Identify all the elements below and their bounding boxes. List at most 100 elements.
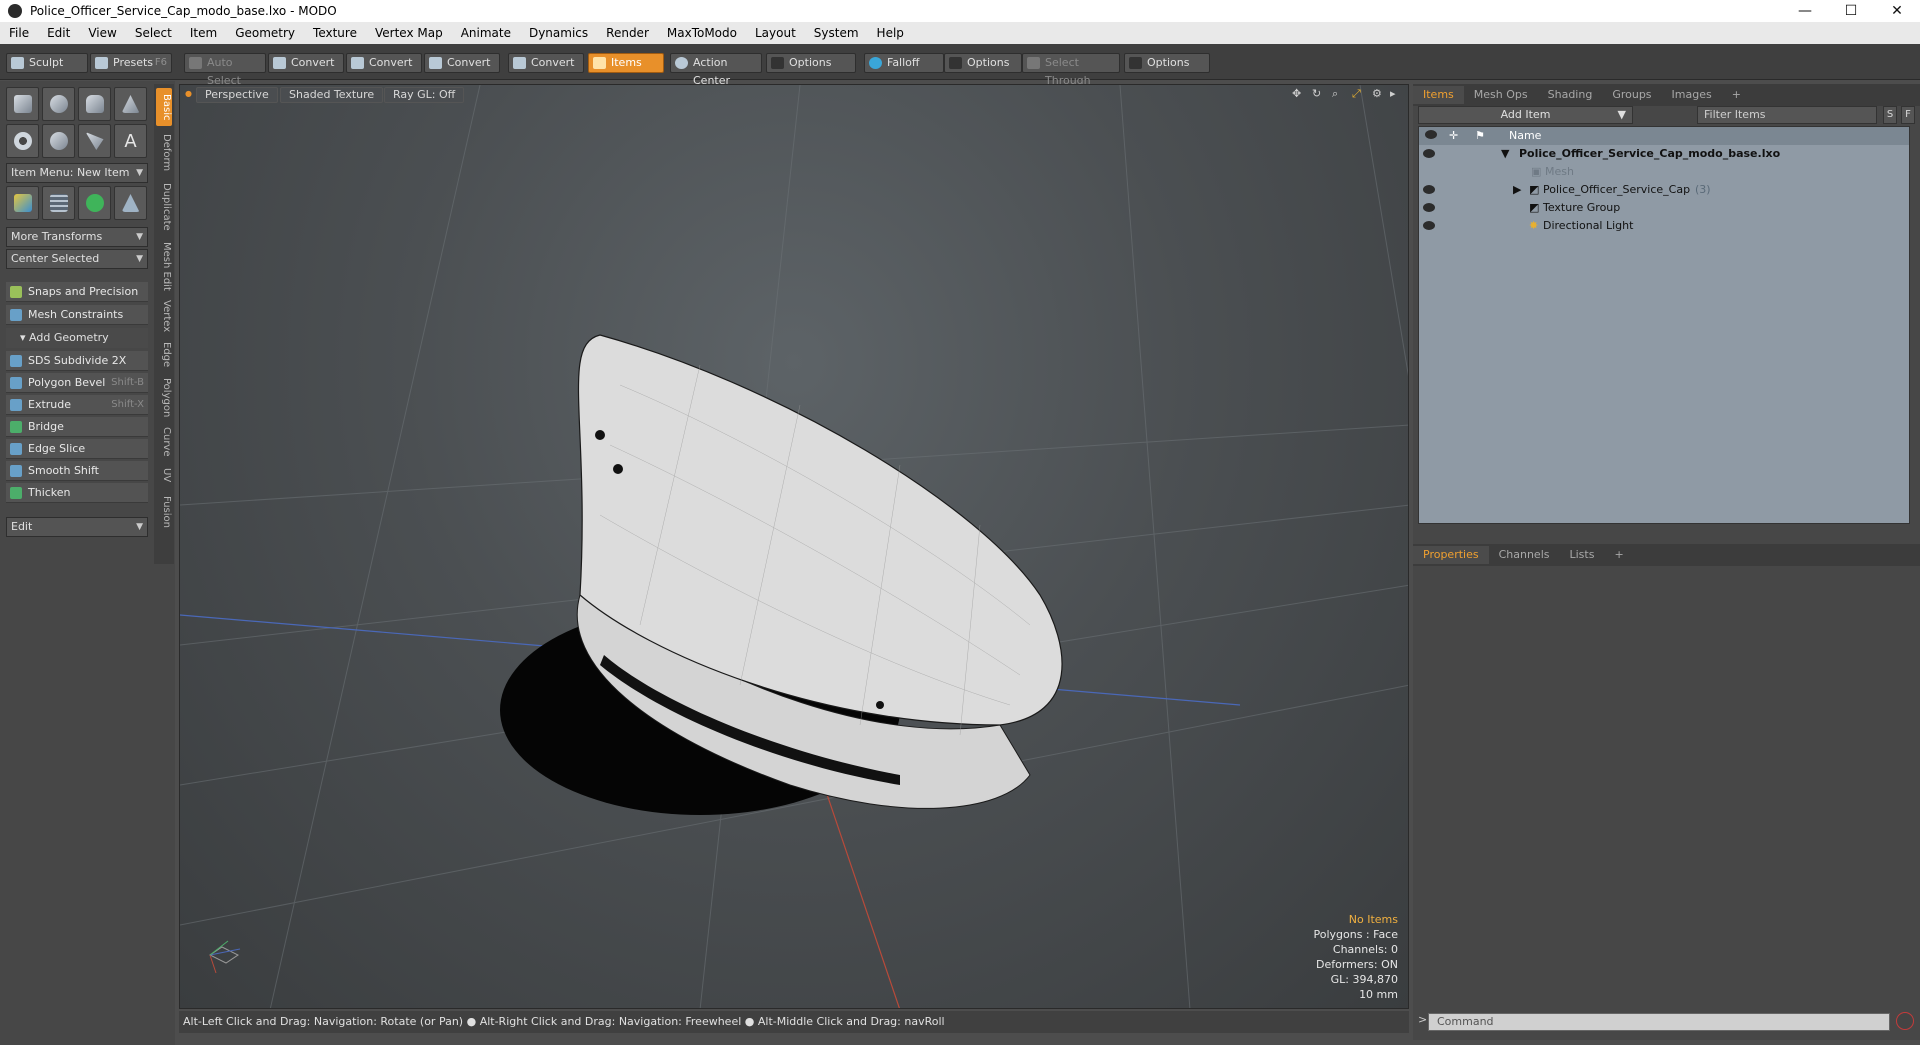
capsule-tool-button[interactable] — [42, 124, 75, 158]
command-input[interactable]: Command — [1428, 1013, 1890, 1031]
tab-mesh-ops[interactable]: Mesh Ops — [1464, 86, 1538, 104]
auto-select-button[interactable]: Auto Select — [184, 53, 266, 87]
extrude-button[interactable]: Extrude Shift-X — [6, 395, 148, 415]
convert-edge-button[interactable]: Convert — [346, 53, 422, 73]
eye-icon[interactable] — [1423, 203, 1435, 212]
menu-dynamics[interactable]: Dynamics — [520, 26, 597, 40]
tab-uv[interactable]: UV — [156, 464, 172, 486]
bridge-button[interactable]: Bridge — [6, 417, 148, 437]
text-tool-button[interactable]: A — [114, 124, 147, 158]
fit-icon[interactable]: ⤢ — [1352, 88, 1364, 100]
rotate-icon[interactable]: ↻ — [1312, 88, 1324, 100]
expand-arrow-icon[interactable]: ▼ — [1501, 145, 1509, 163]
pen-tool-button[interactable] — [78, 124, 111, 158]
menu-animate[interactable]: Animate — [452, 26, 520, 40]
s-filter-button[interactable]: S — [1883, 106, 1897, 124]
edit-dropdown[interactable]: Edit ▼ — [6, 517, 148, 537]
cylinder-tool-button[interactable] — [78, 87, 111, 121]
tab-items[interactable]: Items — [1413, 86, 1464, 104]
snaps-precision-button[interactable]: Snaps and Precision — [6, 282, 148, 302]
eye-icon[interactable] — [1423, 185, 1435, 194]
add-tab-button[interactable]: + — [1722, 86, 1751, 104]
tab-lists[interactable]: Lists — [1560, 546, 1605, 564]
convert-vertex-button[interactable]: Convert — [268, 53, 344, 73]
item-menu-dropdown[interactable]: Item Menu: New Item ▼ — [6, 163, 148, 183]
list-item[interactable]: ▣ Mesh — [1419, 163, 1909, 181]
tab-images[interactable]: Images — [1662, 86, 1722, 104]
thicken-button[interactable]: Thicken — [6, 483, 148, 503]
eye-icon[interactable] — [1423, 149, 1435, 158]
pyramid-tool-button[interactable] — [114, 186, 147, 220]
transform-tool-button[interactable] — [6, 186, 39, 220]
add-tab-button[interactable]: + — [1604, 546, 1633, 564]
tab-basic[interactable]: Basic — [156, 88, 172, 126]
eye-icon[interactable] — [1423, 221, 1435, 230]
raygl-toggle[interactable]: Ray GL: Off — [384, 87, 465, 103]
gear-icon[interactable]: ⚙ — [1372, 88, 1384, 100]
menu-system[interactable]: System — [805, 26, 868, 40]
menu-layout[interactable]: Layout — [746, 26, 805, 40]
torus-tool-button[interactable] — [6, 124, 39, 158]
tab-vertex[interactable]: Vertex — [156, 298, 172, 334]
menu-render[interactable]: Render — [597, 26, 658, 40]
zoom-icon[interactable]: ⌕ — [1332, 88, 1344, 100]
shading-mode-dropdown[interactable]: Shaded Texture — [280, 87, 384, 103]
sculpt-button[interactable]: Sculpt — [6, 53, 88, 73]
menu-geometry[interactable]: Geometry — [226, 26, 304, 40]
f-filter-button[interactable]: F — [1901, 106, 1915, 124]
menu-view[interactable]: View — [79, 26, 125, 40]
tab-duplicate[interactable]: Duplicate — [156, 180, 172, 234]
close-button[interactable]: ✕ — [1874, 0, 1920, 22]
minimize-button[interactable]: — — [1782, 0, 1828, 22]
options-button-2[interactable]: Options — [944, 53, 1022, 73]
tab-properties[interactable]: Properties — [1413, 546, 1489, 564]
globe-tool-button[interactable] — [78, 186, 111, 220]
convert-item-button[interactable]: Convert — [508, 53, 584, 73]
tab-mesh-edit[interactable]: Mesh Edit — [156, 240, 172, 292]
menu-edit[interactable]: Edit — [38, 26, 79, 40]
menu-select[interactable]: Select — [126, 26, 181, 40]
edge-slice-button[interactable]: Edge Slice — [6, 439, 148, 459]
list-item[interactable]: ▶ ◩ Police_Officer_Service_Cap (3) — [1419, 181, 1909, 199]
filter-items-input[interactable]: Filter Items — [1697, 106, 1877, 124]
options-button-3[interactable]: Options — [1124, 53, 1210, 73]
tab-channels[interactable]: Channels — [1489, 546, 1560, 564]
polygon-bevel-button[interactable]: Polygon Bevel Shift-B — [6, 373, 148, 393]
tab-curve[interactable]: Curve — [156, 426, 172, 458]
tab-shading[interactable]: Shading — [1538, 86, 1603, 104]
presets-button[interactable]: Presets F6 — [90, 53, 172, 73]
list-item[interactable]: ▼ Police_Officer_Service_Cap_modo_base.lx… — [1419, 145, 1909, 163]
cube-tool-button[interactable] — [6, 87, 39, 121]
menu-item[interactable]: Item — [181, 26, 226, 40]
menu-help[interactable]: Help — [868, 26, 913, 40]
maximize-button[interactable]: ☐ — [1828, 0, 1874, 22]
sds-subdivide-button[interactable]: SDS Subdivide 2X — [6, 351, 148, 371]
add-geometry-section[interactable]: ▾ Add Geometry — [6, 328, 148, 348]
expand-arrow-icon[interactable]: ▸ — [1390, 88, 1402, 100]
list-item[interactable]: ✸ Directional Light — [1419, 217, 1909, 235]
convert-polygon-button[interactable]: Convert — [424, 53, 500, 73]
sphere-tool-button[interactable] — [42, 87, 75, 121]
add-item-dropdown[interactable]: Add Item ▼ — [1418, 106, 1633, 124]
center-selected-dropdown[interactable]: Center Selected ▼ — [6, 249, 148, 269]
falloff-button[interactable]: Falloff — [864, 53, 944, 73]
list-item[interactable]: ◩ Texture Group — [1419, 199, 1909, 217]
view-type-dropdown[interactable]: Perspective — [196, 87, 278, 103]
tab-groups[interactable]: Groups — [1602, 86, 1661, 104]
menu-vertex-map[interactable]: Vertex Map — [366, 26, 452, 40]
viewport-menu-icon[interactable]: ● — [185, 89, 192, 98]
grid-tool-button[interactable] — [42, 186, 75, 220]
menu-texture[interactable]: Texture — [304, 26, 366, 40]
tab-fusion[interactable]: Fusion — [156, 492, 172, 532]
cone-tool-button[interactable] — [114, 87, 147, 121]
select-through-button[interactable]: Select Through — [1022, 53, 1120, 87]
items-mode-button[interactable]: Items — [588, 53, 664, 73]
smooth-shift-button[interactable]: Smooth Shift — [6, 461, 148, 481]
3d-viewport[interactable]: ● Perspective Shaded Texture Ray GL: Off… — [179, 84, 1409, 1009]
more-transforms-dropdown[interactable]: More Transforms ▼ — [6, 227, 148, 247]
tab-edge[interactable]: Edge — [156, 340, 172, 370]
tab-polygon[interactable]: Polygon — [156, 376, 172, 420]
command-history-icon[interactable] — [1896, 1012, 1914, 1030]
options-button-1[interactable]: Options — [766, 53, 856, 73]
pan-icon[interactable]: ✥ — [1292, 88, 1304, 100]
